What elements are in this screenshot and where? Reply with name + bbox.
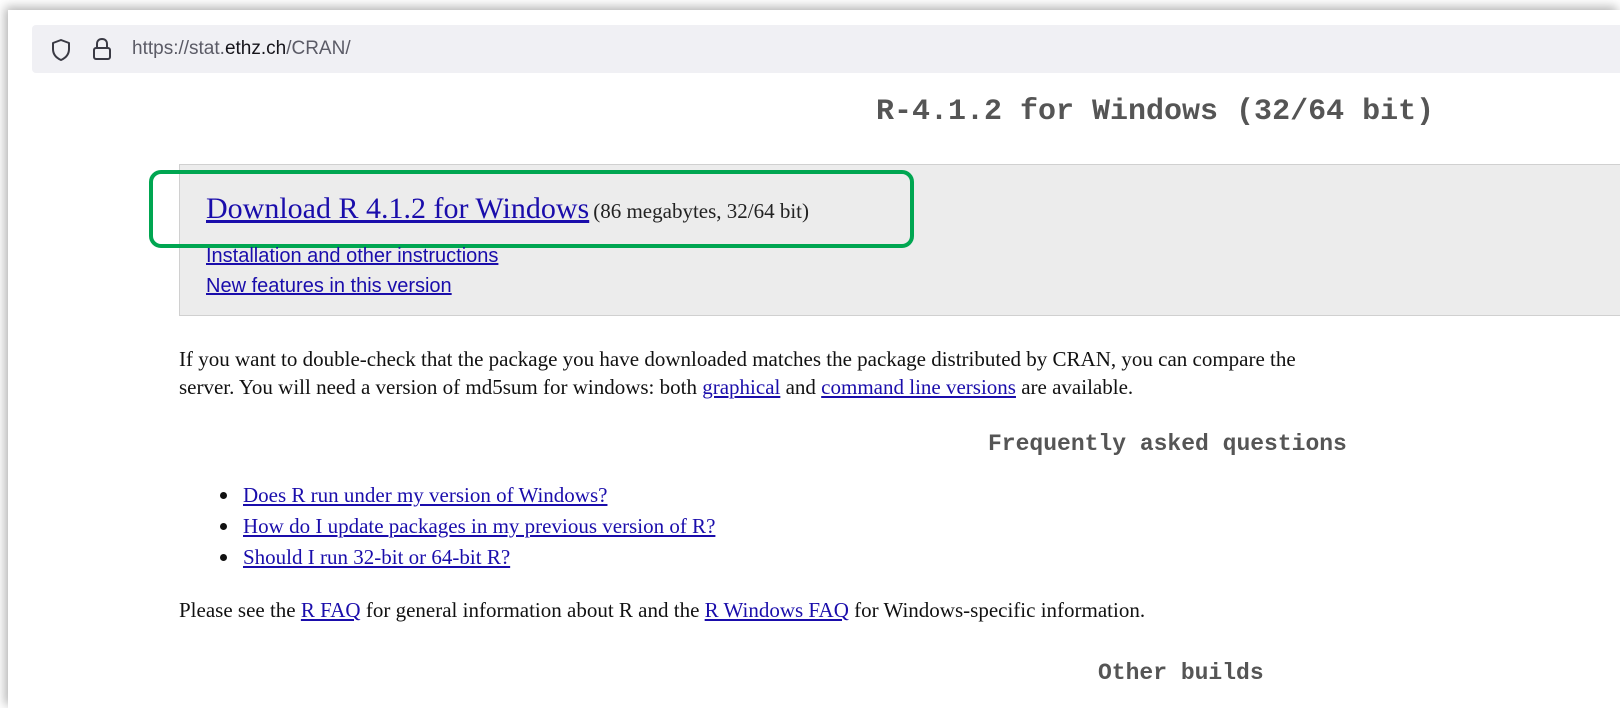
faq-link-32-or-64-bit[interactable]: Should I run 32-bit or 64-bit R? (243, 545, 510, 569)
url-prefix: https://stat. (132, 38, 225, 59)
bullet-icon (220, 492, 227, 499)
list-item: How do I update packages in my previous … (220, 511, 715, 542)
faq-list: Does R run under my version of Windows? … (220, 480, 715, 573)
new-features-link[interactable]: New features in this version (206, 274, 452, 298)
bullet-icon (220, 554, 227, 561)
page-title: R-4.1.2 for Windows (32/64 bit) (876, 95, 1435, 129)
faq-text-post: for Windows-specific information. (848, 598, 1146, 622)
lock-icon[interactable] (91, 37, 113, 61)
url-host: ethz.ch (224, 38, 287, 59)
list-item: Does R run under my version of Windows? (220, 480, 715, 511)
faq-heading: Frequently asked questions (988, 431, 1347, 457)
faq-link-update-packages[interactable]: How do I update packages in my previous … (243, 514, 715, 538)
download-highlight-box (149, 170, 914, 248)
md5-text-mid: and (780, 375, 822, 399)
shield-icon[interactable] (50, 38, 72, 62)
md5-paragraph-line2: server. You will need a version of md5su… (179, 373, 1133, 401)
bullet-icon (220, 523, 227, 530)
faq-text-mid: for general information about R and the (360, 598, 705, 622)
browser-window: https://stat.ethz.ch/CRAN/ R-4.1.2 for W… (8, 10, 1620, 708)
other-builds-heading: Other builds (1098, 660, 1264, 686)
faq-link-windows-version[interactable]: Does R run under my version of Windows? (243, 483, 607, 507)
md5-paragraph-line1: If you want to double-check that the pac… (179, 347, 1296, 371)
installation-instructions-link[interactable]: Installation and other instructions (206, 244, 498, 268)
faq-text-pre: Please see the (179, 598, 301, 622)
graphical-link[interactable]: graphical (702, 375, 780, 399)
md5-text-pre: server. You will need a version of md5su… (179, 375, 703, 399)
command-line-versions-link[interactable]: command line versions (821, 375, 1016, 399)
r-faq-link[interactable]: R FAQ (301, 598, 361, 622)
page-content: R-4.1.2 for Windows (32/64 bit) Download… (8, 80, 1620, 708)
list-item: Should I run 32-bit or 64-bit R? (220, 542, 715, 573)
url-text[interactable]: https://stat.ethz.ch/CRAN/ (132, 37, 351, 61)
address-bar[interactable]: https://stat.ethz.ch/CRAN/ (32, 25, 1620, 73)
faq-paragraph: Please see the R FAQ for general informa… (179, 596, 1145, 624)
r-windows-faq-link[interactable]: R Windows FAQ (705, 598, 849, 622)
url-path: /CRAN/ (286, 38, 351, 59)
md5-text-post: are available. (1015, 375, 1134, 399)
